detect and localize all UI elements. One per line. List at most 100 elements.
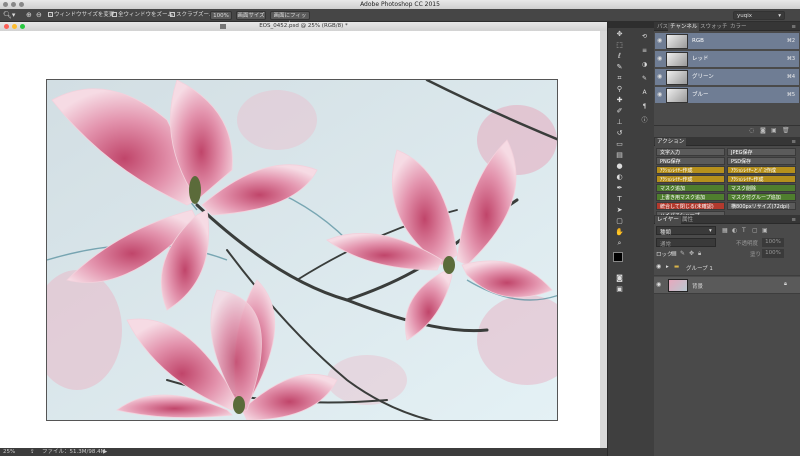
action-button[interactable]: PSD保存 xyxy=(727,157,796,165)
tab-swatches[interactable]: スウォッチ xyxy=(698,23,730,31)
zoom-out-icon[interactable]: ⊖ xyxy=(36,11,42,20)
scrubby-zoom-option[interactable]: ✓ スクラブズーム xyxy=(170,11,214,20)
action-button[interactable]: ｱｸｼｮﾝﾚｲﾔｰ作成 xyxy=(656,175,725,183)
workspace-select[interactable]: yuqix ▾ xyxy=(733,11,785,20)
eye-icon[interactable]: ◉ xyxy=(657,92,663,98)
close-document-icon[interactable] xyxy=(4,24,9,29)
action-button[interactable]: JPEG保存 xyxy=(727,148,796,156)
filter-pixel-icon[interactable]: ▦ xyxy=(722,227,728,234)
marquee-icon[interactable]: ⬚ xyxy=(615,41,624,50)
zoom-all-option[interactable]: 全ウィンドウをズーム xyxy=(112,11,173,20)
magnifier-icon[interactable]: 🔍︎▾ xyxy=(3,11,15,20)
eye-icon[interactable]: ◉ xyxy=(657,56,663,62)
zoom-level[interactable]: 25% xyxy=(3,448,15,456)
rectangle-icon[interactable]: ▢ xyxy=(615,217,624,226)
panel-menu-icon[interactable]: ≡ xyxy=(789,216,798,224)
filter-shape-icon[interactable]: ▢ xyxy=(752,227,758,234)
quick-select-icon[interactable]: ✎ xyxy=(615,63,624,72)
gradient-icon[interactable]: ▤ xyxy=(615,151,624,160)
layer-row-group[interactable]: ◉ ▸ ▬ グループ 1 xyxy=(654,259,800,276)
panel-icon-paragraph[interactable]: ¶ xyxy=(640,102,649,111)
lock-all-icon[interactable]: 🔒︎ xyxy=(698,250,701,258)
action-button[interactable]: マスク追加 xyxy=(656,184,725,192)
panel-menu-icon[interactable]: ≡ xyxy=(789,23,798,31)
zoom-100-button[interactable]: 100% xyxy=(210,11,232,20)
healing-icon[interactable]: ✚ xyxy=(615,96,624,105)
action-button[interactable]: マスク付グループ追加 xyxy=(727,193,796,201)
action-button[interactable]: PNG保存 xyxy=(656,157,725,165)
eyedropper-icon[interactable]: ⚲ xyxy=(615,85,624,94)
channel-row-green[interactable]: ◉ グリーン ⌘4 xyxy=(655,69,799,86)
zoom-in-icon[interactable]: ⊕ xyxy=(26,11,32,20)
stamp-icon[interactable]: ⊥ xyxy=(615,118,624,127)
lock-transparent-icon[interactable]: ▦ xyxy=(671,250,677,257)
panel-icon-history[interactable]: ⟲ xyxy=(640,32,649,41)
pen-icon[interactable]: ✒ xyxy=(615,184,624,193)
close-window-icon[interactable] xyxy=(3,2,8,7)
screen-mode-icon[interactable]: ▣ xyxy=(615,285,624,294)
quick-mask-icon[interactable]: ◙ xyxy=(615,274,624,283)
checkbox-icon[interactable] xyxy=(112,12,117,17)
checkbox-icon[interactable]: ✓ xyxy=(170,12,175,17)
fill-screen-button[interactable]: 画面にフィット xyxy=(270,11,310,27)
checkbox-icon[interactable]: ✓ xyxy=(48,12,53,17)
tab-actions[interactable]: アクション xyxy=(655,138,687,146)
lock-position-icon[interactable]: ✥ xyxy=(689,250,694,257)
history-brush-icon[interactable]: ↺ xyxy=(615,129,624,138)
tab-layers[interactable]: レイヤー xyxy=(655,216,681,224)
eye-icon[interactable]: ◉ xyxy=(656,282,662,288)
action-button[interactable]: マスク削除 xyxy=(727,184,796,192)
lock-pixels-icon[interactable]: ✎ xyxy=(680,250,685,257)
eraser-icon[interactable]: ▭ xyxy=(615,140,624,149)
vertical-scrollbar[interactable] xyxy=(600,31,607,448)
foreground-color-swatch[interactable] xyxy=(613,252,623,262)
save-selection-icon[interactable]: ◙ xyxy=(760,127,766,134)
panel-icon-character[interactable]: A xyxy=(640,88,649,97)
canvas[interactable] xyxy=(0,31,600,448)
minimize-window-icon[interactable] xyxy=(11,2,16,7)
channel-row-red[interactable]: ◉ レッド ⌘3 xyxy=(655,51,799,68)
crop-icon[interactable]: ⌗ xyxy=(615,74,624,83)
filter-smart-icon[interactable]: ▣ xyxy=(762,227,768,234)
chevron-right-icon[interactable]: ▸ xyxy=(666,264,669,270)
blur-icon[interactable]: ● xyxy=(615,162,624,171)
action-button[interactable]: 横800pxリサイズ(72dpi) xyxy=(727,202,796,210)
share-icon[interactable]: ⇪ xyxy=(30,448,35,456)
path-select-icon[interactable]: ➤ xyxy=(615,206,624,215)
filter-adjust-icon[interactable]: ◐ xyxy=(732,227,737,234)
action-button[interactable]: ｱｸｼｮﾝﾚｲﾔｰ作成 xyxy=(727,175,796,183)
filter-type-icon[interactable]: T xyxy=(742,227,746,234)
channel-row-blue[interactable]: ◉ ブルー ⌘5 xyxy=(655,87,799,104)
minimize-document-icon[interactable] xyxy=(12,24,17,29)
eye-icon[interactable]: ◉ xyxy=(657,38,663,44)
action-button[interactable]: 上書き用マスク追加 xyxy=(656,193,725,201)
panel-icon-info[interactable]: ⓘ xyxy=(640,116,649,125)
zoom-document-icon[interactable] xyxy=(20,24,25,29)
opacity-input[interactable]: 100% xyxy=(762,238,784,247)
load-selection-icon[interactable]: ◌ xyxy=(749,127,754,134)
panel-menu-icon[interactable]: ≡ xyxy=(789,138,798,146)
panel-icon-properties[interactable]: ≡ xyxy=(640,46,649,55)
panel-icon-adjustments[interactable]: ◑ xyxy=(640,60,649,69)
document-tab[interactable]: EOS_0452.psd @ 25% (RGB/8) * xyxy=(0,22,607,31)
action-button[interactable]: ｱｸｼｮﾝﾚｲﾔｰ作成 xyxy=(656,166,725,174)
document-image[interactable] xyxy=(46,79,558,421)
eye-icon[interactable]: ◉ xyxy=(657,74,663,80)
chevron-right-icon[interactable]: ▶ xyxy=(103,448,107,456)
lasso-icon[interactable]: ℓ xyxy=(615,52,624,61)
zoom-icon[interactable]: ⌕ xyxy=(615,239,624,248)
action-button[interactable]: ｱｸｼｮﾝﾚｲﾔｰとﾊﾟｽ作成 xyxy=(727,166,796,174)
panel-icon-brush[interactable]: ✎ xyxy=(640,74,649,83)
brush-icon[interactable]: ✐ xyxy=(615,107,624,116)
delete-icon[interactable]: 🗑︎ xyxy=(782,127,790,134)
zoom-window-icon[interactable] xyxy=(19,2,24,7)
fill-input[interactable]: 100% xyxy=(762,249,784,258)
layer-filter-select[interactable]: 種類 ▾ xyxy=(656,226,716,236)
tab-color[interactable]: カラー xyxy=(728,23,749,31)
action-button[interactable]: 文字入力 xyxy=(656,148,725,156)
type-icon[interactable]: T xyxy=(615,195,624,204)
blend-mode-select[interactable]: 通常 xyxy=(656,238,716,248)
new-channel-icon[interactable]: ▣ xyxy=(771,127,777,134)
channel-row-rgb[interactable]: ◉ RGB ⌘2 xyxy=(655,33,799,50)
tab-properties[interactable]: 属性 xyxy=(680,216,695,224)
